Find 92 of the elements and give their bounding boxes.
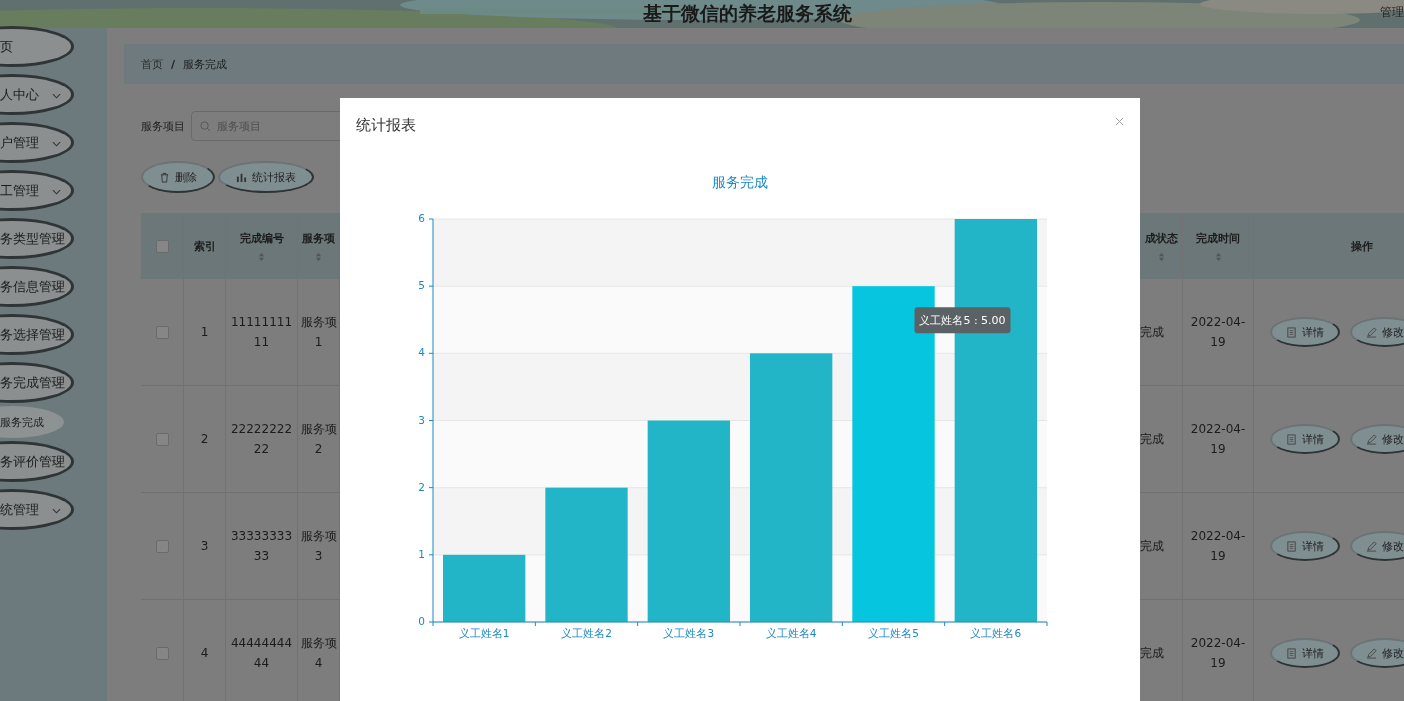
chart-title: 服务完成 — [711, 173, 769, 192]
x-tick-label: 义工姓名4 — [765, 627, 817, 639]
sort-icon[interactable] — [1157, 251, 1165, 262]
sidebar-item[interactable]: 务评价管理 — [0, 441, 74, 482]
breadcrumb-item: 服务完成 — [183, 56, 228, 72]
sidebar-item[interactable]: 统管理 — [0, 489, 74, 530]
y-tick-label: 2 — [418, 480, 425, 493]
column-header: 服务项 — [302, 230, 335, 246]
x-tick-label: 义工姓名2 — [561, 627, 612, 639]
edit-button[interactable]: 修改 — [1350, 638, 1404, 668]
x-tick-label: 义工姓名5 — [868, 627, 919, 639]
details-button[interactable]: 详情 — [1270, 531, 1340, 561]
table-cell-text: 2022-04-19 — [1189, 420, 1247, 458]
row-checkbox[interactable] — [155, 539, 169, 553]
delete-button[interactable]: 删除 — [141, 161, 215, 193]
document-icon — [1286, 326, 1297, 338]
table-cell-text: 服务项4 — [299, 634, 338, 672]
row-checkbox[interactable] — [155, 646, 169, 660]
column-header: 完成时间 — [1196, 230, 1240, 246]
table-cell-text: 2022-04-19 — [1189, 634, 1247, 672]
pencil-icon — [1366, 326, 1377, 338]
document-icon — [1286, 540, 1297, 552]
x-tick-label: 义工姓名1 — [458, 627, 510, 639]
table-cell-text: 3333333333 — [229, 527, 294, 565]
search-label: 服务项目 — [141, 118, 185, 134]
sidebar-item[interactable]: 务信息管理 — [0, 266, 74, 307]
breadcrumb-separator: / — [171, 57, 176, 71]
table-cell: 完成 — [1140, 323, 1164, 341]
y-tick-label: 0 — [418, 615, 425, 627]
sidebar-item[interactable]: 工管理 — [0, 170, 74, 211]
sidebar-item[interactable]: 务类型管理 — [0, 218, 74, 259]
sort-icon[interactable] — [258, 251, 265, 262]
details-button[interactable]: 详情 — [1270, 317, 1340, 347]
y-tick-label: 5 — [418, 279, 425, 292]
sort-icon[interactable] — [315, 251, 322, 262]
user-name: 管理 — [1380, 4, 1404, 21]
sidebar-item[interactable]: 页 — [0, 26, 74, 67]
row-checkbox[interactable] — [155, 325, 169, 339]
column-header: 索引 — [193, 238, 216, 254]
table-cell: 2 — [200, 432, 209, 446]
sidebar-item[interactable]: 务完成管理 — [0, 362, 74, 403]
bar[interactable] — [443, 554, 526, 622]
column-header: 操作 — [1350, 238, 1373, 254]
y-tick-label: 6 — [418, 212, 425, 224]
table-cell-text: 服务项1 — [299, 313, 338, 351]
pencil-icon — [1366, 540, 1377, 552]
details-button[interactable]: 详情 — [1270, 638, 1340, 668]
sidebar-item[interactable]: 人中心 — [0, 74, 74, 115]
tooltip: 义工姓名5 : 5.00 — [914, 307, 1011, 334]
dialog-title: 统计报表 — [356, 116, 416, 135]
document-icon — [1286, 433, 1297, 445]
edit-button[interactable]: 修改 — [1350, 424, 1404, 454]
table-cell-text: 2022-04-19 — [1189, 313, 1247, 351]
edit-button[interactable]: 修改 — [1350, 531, 1404, 561]
x-tick-label: 义工姓名3 — [663, 627, 715, 639]
table-cell: 完成 — [1140, 644, 1164, 662]
table-cell: 完成 — [1140, 537, 1164, 555]
sidebar-item[interactable]: 务选择管理 — [0, 314, 74, 355]
breadcrumb-item[interactable]: 首页 — [141, 56, 163, 72]
table-cell-text: 2222222222 — [229, 420, 294, 458]
y-tick-label: 3 — [418, 413, 425, 426]
select-all-checkbox[interactable] — [155, 239, 169, 253]
details-button[interactable]: 详情 — [1270, 424, 1340, 454]
search-icon — [200, 121, 211, 132]
y-tick-label: 1 — [418, 547, 425, 560]
table-cell: 1 — [200, 325, 209, 339]
x-tick-label: 义工姓名6 — [970, 627, 1022, 639]
sort-icon[interactable] — [1214, 251, 1222, 262]
column-header: 成状态 — [1144, 230, 1178, 246]
column-header: 完成编号 — [239, 230, 284, 246]
table-cell-text: 服务项2 — [299, 420, 338, 458]
pencil-icon — [1366, 433, 1377, 445]
sidebar-subitem[interactable]: 服务完成 — [0, 406, 64, 438]
close-icon[interactable] — [1115, 117, 1124, 126]
edit-button[interactable]: 修改 — [1350, 317, 1404, 347]
table-cell-text: 服务项3 — [299, 527, 338, 565]
table-cell: 完成 — [1140, 430, 1164, 448]
document-icon — [1286, 647, 1297, 659]
table-cell: 3 — [200, 539, 209, 553]
row-checkbox[interactable] — [155, 432, 169, 446]
table-cell: 4 — [200, 646, 209, 660]
sidebar-item[interactable]: 户管理 — [0, 122, 74, 163]
trash-icon — [159, 171, 170, 183]
y-tick-label: 4 — [418, 346, 425, 359]
bar-chart-icon — [236, 171, 247, 183]
pencil-icon — [1366, 647, 1377, 659]
table-cell-text: 2022-04-19 — [1189, 527, 1247, 565]
table-cell-text: 1111111111 — [229, 313, 294, 351]
table-cell-text: 4444444444 — [229, 634, 294, 672]
app-title: 基于微信的养老服务系统 — [642, 1, 852, 26]
report-button[interactable]: 统计报表 — [218, 161, 314, 193]
bar[interactable] — [545, 487, 628, 622]
